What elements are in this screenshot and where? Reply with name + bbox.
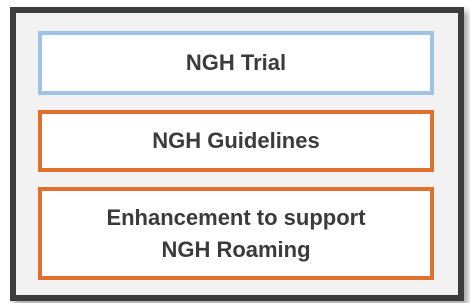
- ngh-guidelines-box: NGH Guidelines: [38, 110, 434, 172]
- ngh-roaming-label-line-1: Enhancement to support: [106, 204, 366, 230]
- diagram-frame: NGH Trial NGH Guidelines Enhancement to …: [10, 7, 464, 301]
- ngh-roaming-box: Enhancement to support NGH Roaming: [38, 187, 434, 280]
- ngh-trial-box: NGH Trial: [38, 31, 434, 95]
- ngh-trial-label: NGH Trial: [185, 50, 287, 75]
- ngh-roaming-label-line-2: NGH Roaming: [161, 236, 311, 262]
- ngh-guidelines-label: NGH Guidelines: [152, 128, 320, 153]
